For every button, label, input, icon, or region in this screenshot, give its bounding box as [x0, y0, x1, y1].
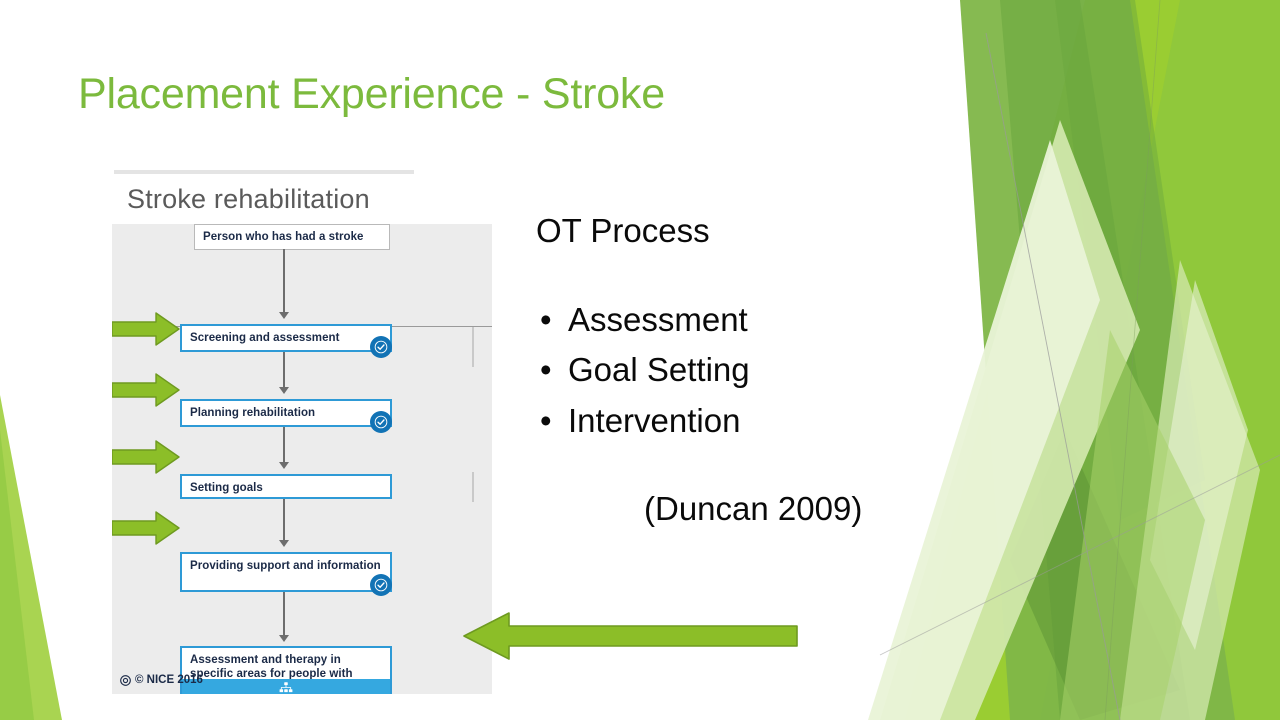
connector-side-2: [472, 472, 474, 502]
callout-arrow-setting-goals: [112, 440, 180, 474]
connector-arrowhead-4: [279, 540, 289, 547]
connector-5: [283, 592, 285, 638]
connector-arrowhead-3: [279, 462, 289, 469]
flow-node-planning-rehabilitation: Planning rehabilitation: [180, 399, 392, 433]
slide-canvas: Placement Experience - Stroke Stroke reh…: [0, 0, 1280, 720]
list-item: • Goal Setting: [536, 345, 956, 395]
copyright-icon: [120, 674, 131, 686]
list-item: • Assessment: [536, 295, 956, 345]
connector-2: [283, 352, 285, 390]
flow-node-providing-support-and-information: Providing support and information: [180, 552, 392, 596]
bullet-icon: •: [540, 351, 552, 389]
flow-node-subpathway-bar: [182, 679, 390, 694]
recommendation-check-badge-icon: [370, 574, 392, 596]
connector-1: [283, 249, 285, 315]
connector-side-1: [472, 327, 474, 367]
page-title: Placement Experience - Stroke: [78, 70, 665, 118]
ot-process-bullet-list: • Assessment • Goal Setting • Interventi…: [536, 295, 956, 445]
body-text-block: OT Process • Assessment • Goal Setting •…: [536, 210, 956, 528]
flow-node-setting-goals: Setting goals: [180, 474, 392, 499]
list-item-label: Intervention: [568, 401, 741, 439]
connector-4: [283, 499, 285, 543]
callout-arrow-providing-support: [112, 511, 180, 545]
stroke-rehabilitation-flowchart-image: Stroke rehabilitation Person who has had…: [110, 166, 492, 694]
flowchart-title: Stroke rehabilitation: [127, 184, 370, 214]
connector-3: [283, 427, 285, 465]
callout-arrow-planning: [112, 373, 180, 407]
nice-copyright: © NICE 2016: [120, 674, 203, 686]
connector-arrowhead-5: [279, 635, 289, 642]
flow-node-person-who-has-had-a-stroke: Person who has had a stroke: [194, 224, 390, 251]
list-item-label: Goal Setting: [568, 351, 750, 389]
sitemap-icon: [279, 682, 293, 693]
ot-process-heading: OT Process: [536, 212, 710, 249]
list-item: • Intervention: [536, 396, 956, 446]
flowchart-top-rule: [114, 170, 414, 174]
flow-node-screening-and-assessment: Screening and assessment: [180, 324, 392, 358]
recommendation-check-badge-icon: [370, 336, 392, 358]
callout-arrow-assessment-therapy-large: [462, 611, 798, 661]
bullet-icon: •: [540, 301, 552, 339]
callout-arrow-screening: [112, 312, 180, 346]
bullet-icon: •: [540, 401, 552, 439]
citation-text: (Duncan 2009): [644, 489, 863, 527]
list-item-label: Assessment: [568, 301, 748, 339]
connector-arrowhead-2: [279, 387, 289, 394]
recommendation-check-badge-icon: [370, 411, 392, 433]
connector-arrowhead-1: [279, 312, 289, 319]
